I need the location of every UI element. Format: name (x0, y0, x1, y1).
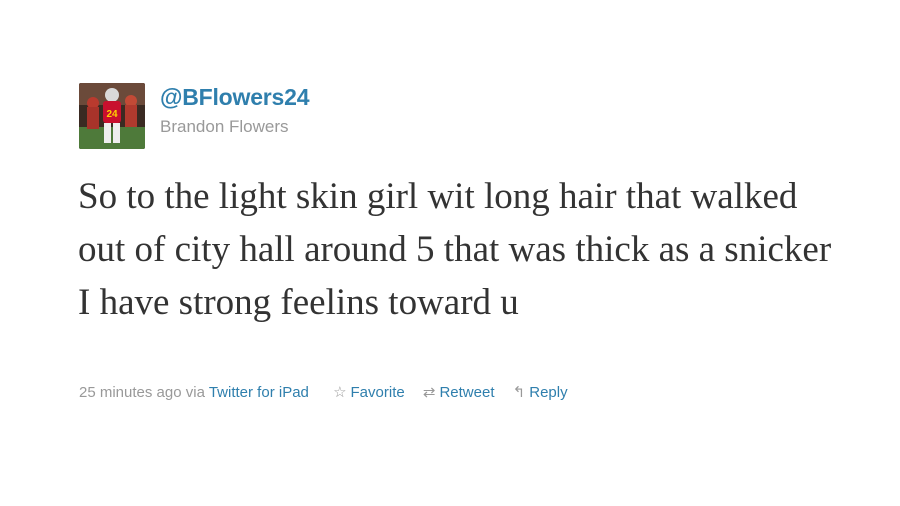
reply-arrow-icon: ↰ (512, 384, 526, 401)
avatar-image: 24 (79, 83, 145, 149)
star-icon: ☆ (333, 384, 347, 401)
retweet-button[interactable]: ⇄ Retweet (423, 384, 495, 401)
reply-label: Reply (529, 384, 568, 401)
tweet-text: So to the light skin girl wit long hair … (78, 176, 832, 323)
user-handle[interactable]: @BFlowers24 (160, 84, 310, 111)
tweet-meta: 25 minutes ago via Twitter for iPad ☆ Fa… (79, 384, 568, 401)
reply-button[interactable]: ↰ Reply (513, 384, 568, 401)
avatar-jersey-number: 24 (106, 109, 118, 120)
tweet-card: 24 @BFlowers24 Brandon Flowers So to the… (0, 0, 900, 506)
avatar[interactable]: 24 (79, 83, 145, 149)
retweet-icon: ⇄ (422, 384, 436, 401)
via-label: via (185, 384, 205, 401)
user-full-name: Brandon Flowers (160, 117, 289, 136)
retweet-label: Retweet (439, 384, 495, 401)
tweet-timestamp[interactable]: 25 minutes ago (79, 384, 182, 401)
favorite-button[interactable]: ☆ Favorite (333, 384, 405, 401)
favorite-label: Favorite (350, 384, 405, 401)
tweet-source-link[interactable]: Twitter for iPad (209, 384, 309, 401)
